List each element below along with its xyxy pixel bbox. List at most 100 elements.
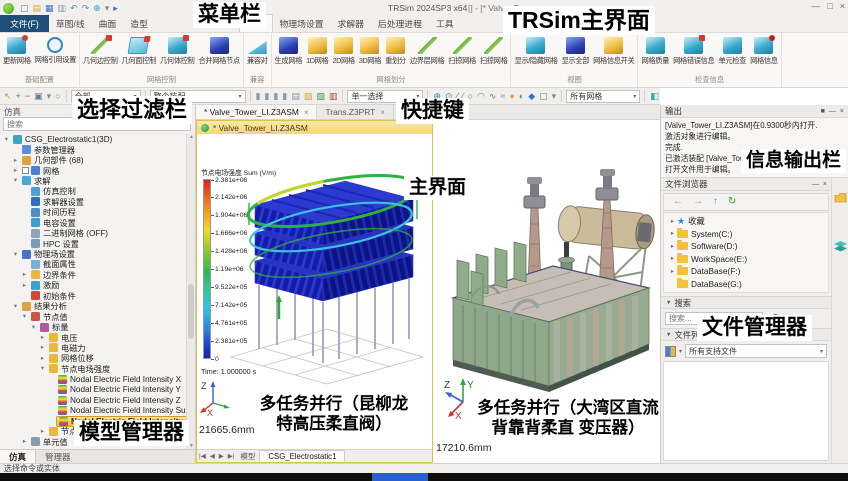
- drive-item[interactable]: ▸WorkSpace(E:): [664, 253, 828, 266]
- wave-icon[interactable]: ∿: [488, 89, 498, 104]
- menu-tab[interactable]: 求解器: [331, 15, 371, 32]
- menu-tab[interactable]: 物理场设置: [273, 15, 331, 32]
- file-type-filter-select[interactable]: 所有支持文件 ▾: [685, 344, 827, 358]
- ribbon-button[interactable]: 2D网格: [330, 35, 356, 67]
- ribbon-button[interactable]: 生成网格: [273, 35, 305, 67]
- layers-dock-icon[interactable]: [834, 241, 847, 252]
- expand-icon[interactable]: ▾: [29, 324, 38, 331]
- arc-icon[interactable]: ◠: [476, 89, 486, 104]
- expand-icon[interactable]: ▸: [38, 428, 47, 435]
- chevron-down-icon[interactable]: ▾: [679, 348, 682, 355]
- tree-item[interactable]: ▾求解: [0, 176, 186, 186]
- new-icon[interactable]: ▢: [20, 3, 29, 13]
- ribbon-button[interactable]: 网格信息: [748, 35, 780, 67]
- ribbon-button[interactable]: 扫掠网格: [446, 35, 478, 67]
- target-icon[interactable]: ⊕: [93, 3, 101, 13]
- tree-item[interactable]: Nodal Electric Field Intensity Y: [0, 385, 186, 395]
- ribbon-button[interactable]: 显示/隐藏网格: [512, 35, 559, 67]
- box-icon[interactable]: ▢: [538, 89, 549, 104]
- minimize-panel-icon[interactable]: —: [829, 108, 836, 115]
- diam-icon[interactable]: ◆: [527, 89, 536, 104]
- scroll-up-icon[interactable]: ▲: [188, 134, 195, 140]
- model-tab-label[interactable]: 模型: [236, 451, 259, 462]
- tree-item[interactable]: ▸激励: [0, 280, 186, 290]
- half-icon[interactable]: ◐: [518, 89, 525, 104]
- tree-item[interactable]: Nodal Electric Field Intensity X: [0, 374, 186, 384]
- expand-icon[interactable]: ▸: [20, 282, 29, 289]
- expand-icon[interactable]: ▸: [38, 334, 47, 341]
- expand-icon[interactable]: ▸: [38, 344, 47, 351]
- col4-icon[interactable]: ▮: [281, 89, 288, 104]
- expand-icon[interactable]: ▸: [668, 255, 677, 262]
- menu-tab[interactable]: 草图/线: [49, 15, 92, 32]
- ribbon-button[interactable]: 重划分: [383, 35, 408, 67]
- ribbon-button[interactable]: 更新网格: [1, 35, 33, 67]
- close-panel-icon[interactable]: ×: [823, 181, 827, 188]
- search-section-header[interactable]: ▼ 搜索: [661, 296, 831, 309]
- file-browser-header[interactable]: 文件浏览器 — ×: [661, 178, 831, 191]
- drive-item[interactable]: ▸DataBase(F:): [664, 265, 828, 278]
- pin-icon[interactable]: ■: [821, 108, 825, 115]
- caret-icon[interactable]: ▾: [551, 89, 558, 104]
- drive-item[interactable]: ▸Software(D:): [664, 240, 828, 253]
- tree-item[interactable]: ▾结果分析: [0, 301, 186, 311]
- file-list-area[interactable]: [663, 361, 829, 461]
- close-tab-icon[interactable]: ×: [304, 108, 309, 117]
- expand-icon[interactable]: ▾: [11, 251, 20, 258]
- tree-item[interactable]: ▾节点电场强度: [0, 364, 186, 374]
- ring-icon[interactable]: ○: [54, 89, 61, 104]
- menu-tab[interactable]: 曲面: [92, 15, 124, 32]
- ribbon-button[interactable]: 几何面控制: [119, 35, 157, 67]
- tree-item[interactable]: ▸边界条件: [0, 270, 186, 280]
- expand-icon[interactable]: ▸: [11, 167, 20, 174]
- forward-icon[interactable]: →: [693, 194, 703, 210]
- next-page-icon[interactable]: ▶: [217, 452, 226, 460]
- caret-icon[interactable]: ▾: [46, 89, 53, 104]
- file-browser-dock-icon[interactable]: [834, 192, 847, 203]
- menu-tab[interactable]: 后处理进程: [371, 15, 429, 32]
- tree-item[interactable]: 仿真控制: [0, 186, 186, 196]
- tree-item[interactable]: ▾CSG_Electrostatic1(3D): [0, 134, 186, 144]
- prev-page-icon[interactable]: ◀: [208, 452, 217, 460]
- up-icon[interactable]: ↑: [713, 194, 718, 210]
- expand-icon[interactable]: ▸: [11, 157, 20, 164]
- wave2-icon[interactable]: ≈: [499, 89, 506, 104]
- play-icon[interactable]: ▸: [113, 3, 118, 13]
- menu-tab[interactable]: 工具: [429, 15, 461, 32]
- ribbon-button[interactable]: 网格信息开关: [591, 35, 636, 67]
- tree-item[interactable]: 求解器设置: [0, 197, 186, 207]
- ribbon-button[interactable]: 单元检查: [716, 35, 748, 67]
- print-icon[interactable]: ▥: [58, 3, 67, 13]
- minimize-panel-icon[interactable]: —: [812, 181, 819, 188]
- ribbon-button[interactable]: 合并网格节点: [196, 35, 241, 67]
- ribbon-button[interactable]: 网格错误信息: [671, 35, 716, 67]
- back-icon[interactable]: ←: [673, 194, 683, 210]
- close-window-icon[interactable]: ×: [840, 1, 845, 11]
- tree-scrollbar[interactable]: ▲ ▼: [186, 134, 195, 449]
- ribbon-button[interactable]: 1D网格: [304, 35, 330, 67]
- sheet-icon[interactable]: ▧: [315, 89, 326, 104]
- col3-icon[interactable]: ▮: [272, 89, 279, 104]
- ribbon-button[interactable]: 显示全部: [560, 35, 592, 67]
- ribbon-button[interactable]: 扫掠网格: [478, 35, 510, 67]
- expand-icon[interactable]: ▾: [38, 365, 47, 372]
- taskbar-app-chip[interactable]: [372, 473, 428, 481]
- tree-item[interactable]: 二进制网格 (OFF): [0, 228, 186, 238]
- expand-icon[interactable]: ▾: [11, 177, 20, 184]
- ball-icon[interactable]: ●: [508, 89, 515, 104]
- expand-icon[interactable]: ▸: [668, 230, 677, 237]
- expand-icon[interactable]: ▸: [668, 243, 677, 250]
- expand-icon[interactable]: ▸: [668, 218, 677, 225]
- tab-simulation[interactable]: 仿真: [0, 450, 36, 463]
- ribbon-button[interactable]: 兼容对: [245, 35, 270, 67]
- tree-item[interactable]: Nodal Electric Field Intensity Z: [0, 395, 186, 405]
- expand-icon[interactable]: ▸: [20, 271, 29, 278]
- expand-icon[interactable]: ▾: [11, 303, 20, 310]
- view-mode-icon[interactable]: [665, 346, 676, 357]
- document-tab[interactable]: * Valve_Tower_LI.Z3ASM×: [196, 105, 317, 119]
- caret-icon[interactable]: ▾: [105, 3, 110, 13]
- refresh-icon[interactable]: ↻: [728, 194, 736, 210]
- tree-item[interactable]: 时间历程: [0, 207, 186, 217]
- ribbon-button[interactable]: 几何体控制: [158, 35, 196, 67]
- first-page-icon[interactable]: |◀: [197, 452, 208, 460]
